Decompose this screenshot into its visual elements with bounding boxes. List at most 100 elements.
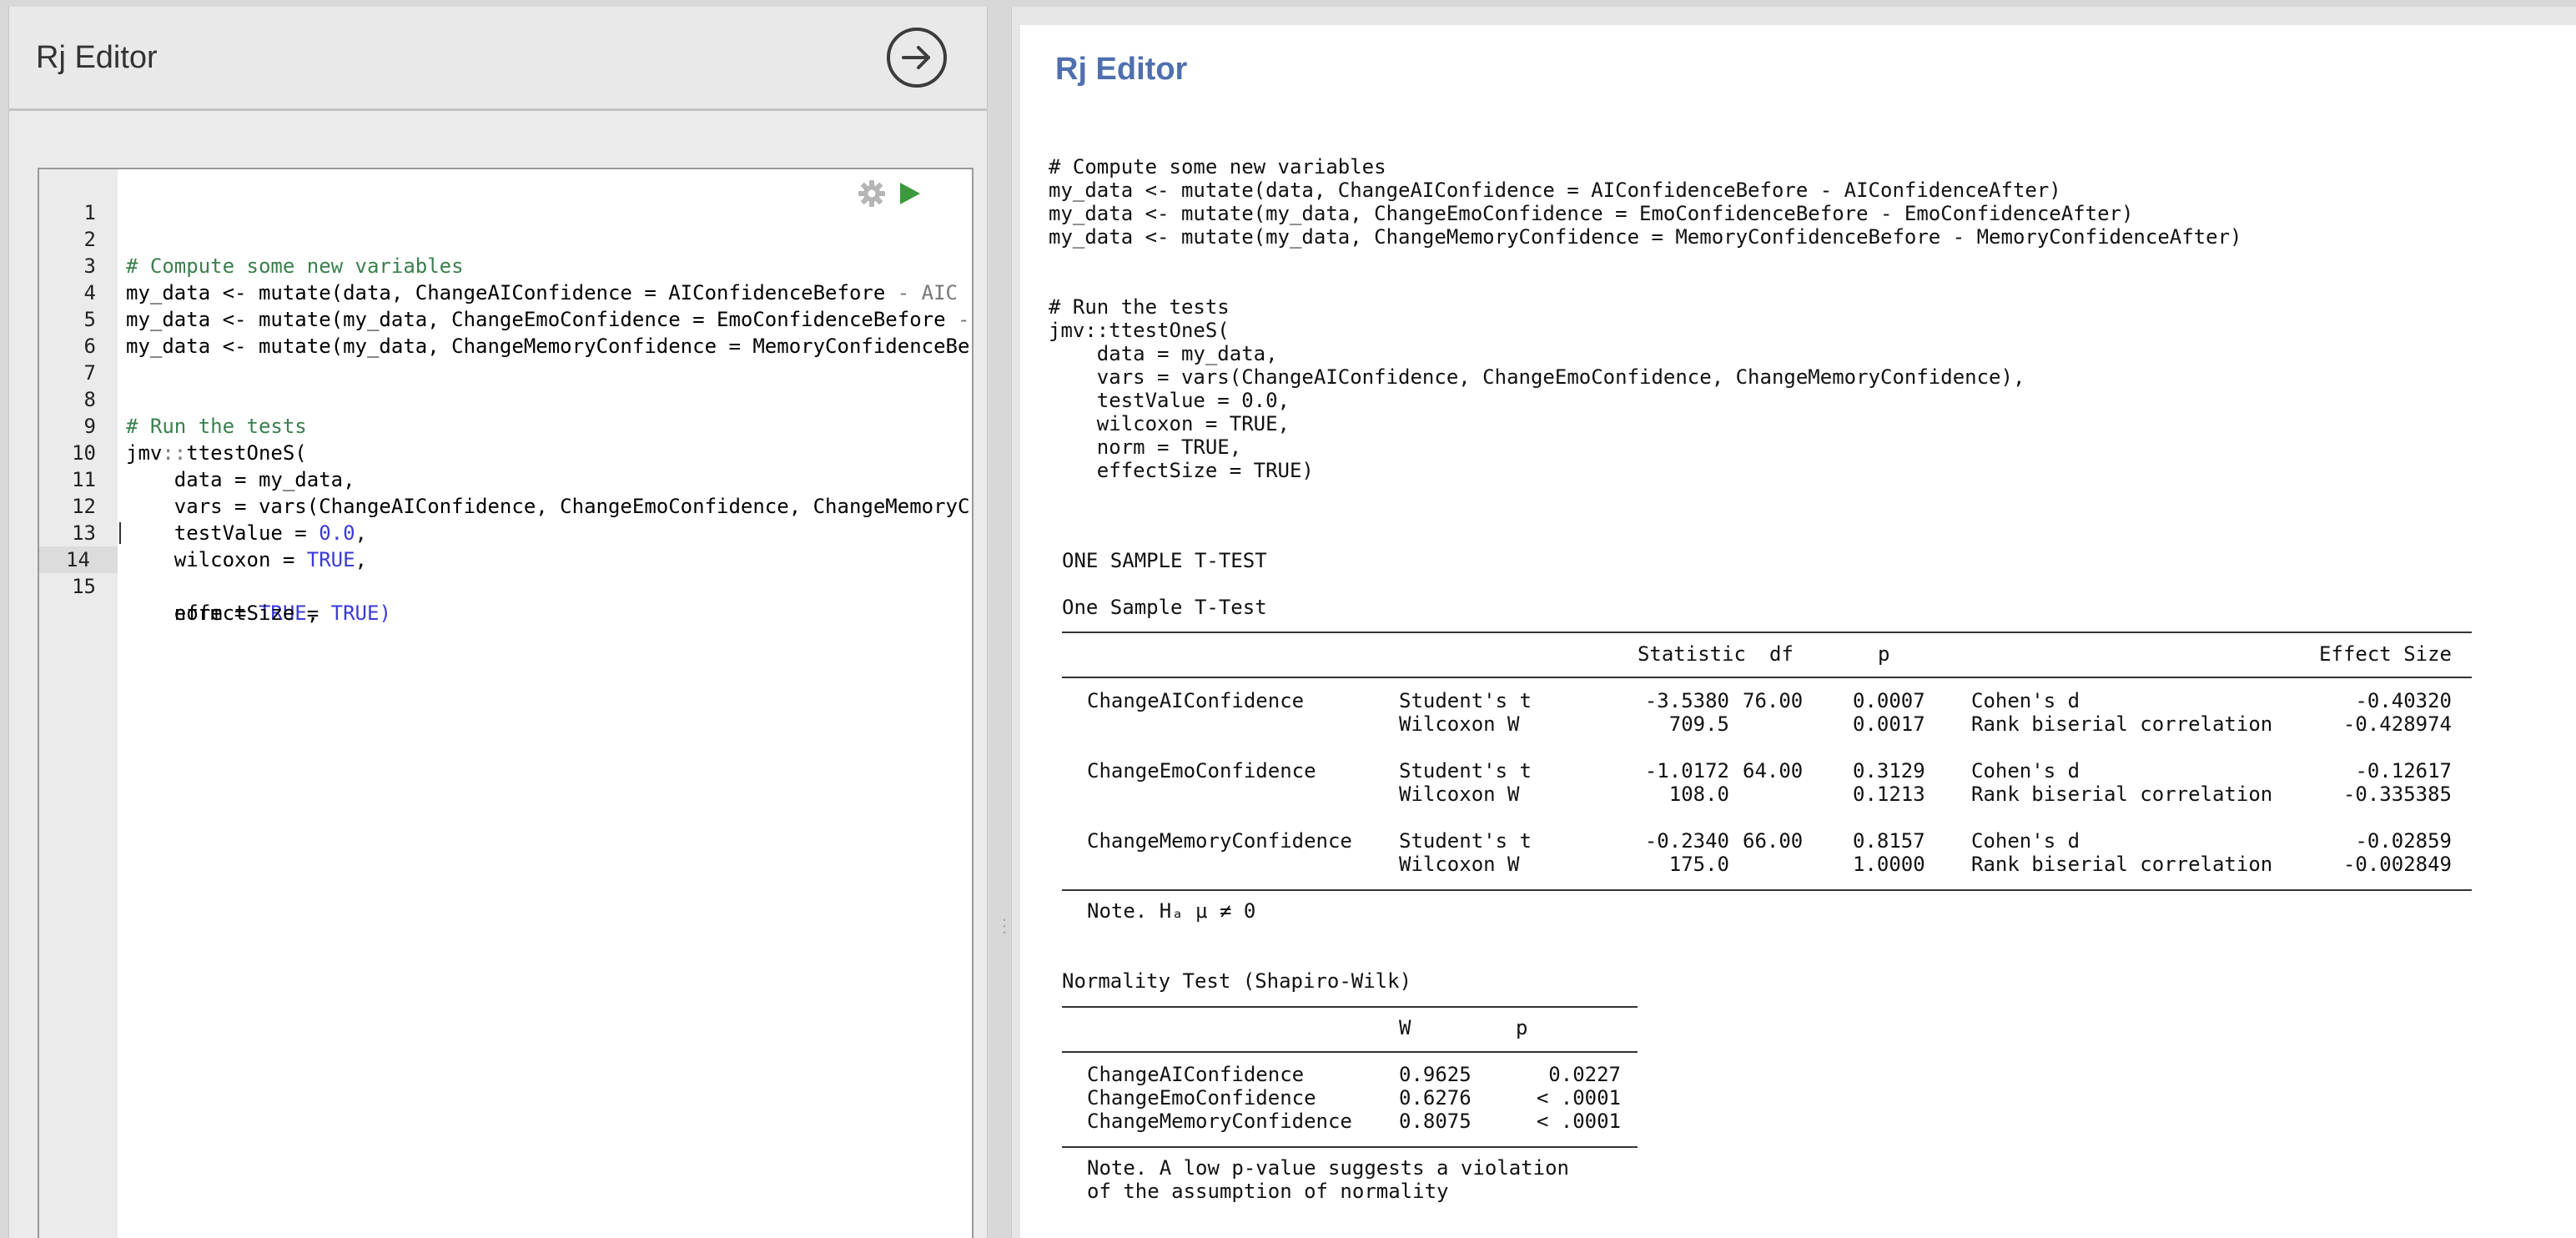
code-line: 8 # Run the tests <box>39 360 972 438</box>
df-value: 76.00 <box>1743 689 1804 712</box>
effect-value: -0.002849 <box>2342 853 2452 876</box>
statistic-value: 709.5 <box>1668 712 1729 736</box>
echo-line: data = my_data, <box>1049 342 1278 365</box>
col-header: df <box>1769 642 1794 666</box>
effect-label: Rank biserial correlation <box>1971 712 2273 736</box>
code-line: 15 effectSize = TRUE) <box>39 546 972 625</box>
echo-line: norm = TRUE, <box>1049 435 1242 459</box>
echo-line: vars = vars(ChangeAIConfidence, ChangeEm… <box>1049 365 2025 389</box>
echo-line: my_data <- mutate(my_data, ChangeMemoryC… <box>1049 225 2242 249</box>
statistic-value: -1.0172 <box>1644 759 1729 783</box>
test-label: Wilcoxon W <box>1399 783 1520 806</box>
effect-label: Cohen's d <box>1971 829 2080 853</box>
col-header: Statistic <box>1637 642 1746 666</box>
effect-value: -0.40320 <box>2355 689 2452 712</box>
results-title: Rj Editor <box>1055 52 1188 87</box>
effect-value: -0.02859 <box>2355 829 2452 853</box>
results-output: Rj Editor # Compute some new variables m… <box>1020 25 2576 1238</box>
code-editor[interactable]: 1 2 # Compute some new variables 3 my_da… <box>38 168 974 1238</box>
code-line: 9 jmv::ttestOneS( <box>39 386 972 465</box>
code-line: 2 # Compute some new variables <box>39 199 972 278</box>
variable-name: ChangeMemoryConfidence <box>1087 1110 1352 1133</box>
effect-value: -0.428974 <box>2342 712 2452 736</box>
w-value: 0.6276 <box>1399 1086 1472 1110</box>
test-label: Student's t <box>1399 829 1532 853</box>
col-header: p <box>1516 1016 1528 1039</box>
run-analysis-button[interactable] <box>887 28 947 88</box>
echo-line: jmv::ttestOneS( <box>1049 319 1230 342</box>
variable-name: ChangeAIConfidence <box>1087 1063 1305 1086</box>
line-number: 15 <box>72 575 96 598</box>
p-value: 0.0007 <box>1853 689 1925 712</box>
echo-line: my_data <- mutate(data, ChangeAIConfiden… <box>1049 179 2061 202</box>
table-rule <box>1062 632 2472 633</box>
df-value: 64.00 <box>1743 759 1804 783</box>
test-label: Wilcoxon W <box>1399 853 1520 876</box>
variable-name: ChangeEmoConfidence <box>1087 759 1316 783</box>
p-value: < .0001 <box>1536 1086 1621 1110</box>
col-header: p <box>1878 642 1890 666</box>
echo-line: # Run the tests <box>1049 295 1230 319</box>
statistic-value: 175.0 <box>1668 853 1729 876</box>
test-label: Wilcoxon W <box>1399 712 1520 736</box>
text-cursor <box>119 522 121 544</box>
statistic-value: -3.5380 <box>1644 689 1729 712</box>
table-rule <box>1062 1146 1638 1148</box>
code-line: 13 wilcoxon = TRUE, <box>39 493 972 571</box>
table-rule <box>1062 1051 1638 1053</box>
effect-label: Rank biserial correlation <box>1971 783 2273 806</box>
code-line: 6 <box>39 306 972 358</box>
code-line: 11 vars = vars(ChangeAIConfidence, Chang… <box>39 440 972 518</box>
effect-label: Cohen's d <box>1971 689 2080 712</box>
p-value: 0.0227 <box>1548 1063 1621 1086</box>
table-note: Note. Hₐ μ ≠ 0 <box>1087 899 1256 923</box>
p-value: 0.0017 <box>1853 712 1925 736</box>
table-rule <box>1062 677 2472 678</box>
code-line: 3 my_data <- mutate(data, ChangeAIConfid… <box>39 226 972 304</box>
table-note: Note. A low p-value suggests a violation <box>1087 1156 1569 1180</box>
section-heading: ONE SAMPLE T-TEST <box>1062 549 1267 572</box>
panel-splitter[interactable]: ⋮ <box>988 0 1014 1238</box>
p-value: 0.8157 <box>1853 829 1925 853</box>
test-label: Student's t <box>1399 689 1532 712</box>
editor-header: Rj Editor <box>9 7 987 111</box>
statistic-value: -0.2340 <box>1644 829 1729 853</box>
editor-panel: Rj Editor 1 2 # Compute some new variabl… <box>8 7 988 1238</box>
w-value: 0.8075 <box>1399 1110 1472 1133</box>
p-value: 0.3129 <box>1853 759 1925 783</box>
code-line-active: 14 norm = TRUE, <box>39 520 972 625</box>
app-window: Rj Editor 1 2 # Compute some new variabl… <box>0 0 2576 1238</box>
statistic-value: 108.0 <box>1668 783 1729 806</box>
results-panel: Rj Editor # Compute some new variables m… <box>1011 7 2576 1238</box>
code-line: 1 <box>39 173 972 224</box>
variable-name: ChangeMemoryConfidence <box>1087 829 1352 853</box>
echo-line: wilcoxon = TRUE, <box>1049 412 1290 435</box>
editor-title: Rj Editor <box>36 40 158 75</box>
test-label: Student's t <box>1399 759 1532 783</box>
col-header: W <box>1399 1016 1411 1039</box>
table-note: of the assumption of normality <box>1087 1180 1449 1203</box>
code-text: effectSize = TRUE) <box>126 601 391 625</box>
p-value: < .0001 <box>1536 1110 1621 1133</box>
effect-label: Rank biserial correlation <box>1971 853 2273 876</box>
col-header: Effect Size <box>2319 642 2452 666</box>
table-rule <box>1062 889 2472 891</box>
w-value: 0.9625 <box>1399 1063 1472 1086</box>
p-value: 1.0000 <box>1853 853 1925 876</box>
table-rule <box>1062 1006 1638 1008</box>
code-line: 4 my_data <- mutate(my_data, ChangeEmoCo… <box>39 253 972 331</box>
effect-value: -0.12617 <box>2355 759 2452 783</box>
arrow-right-circle-icon <box>902 46 930 69</box>
variable-name: ChangeAIConfidence <box>1087 689 1305 712</box>
effect-label: Cohen's d <box>1971 759 2080 783</box>
echo-line: my_data <- mutate(my_data, ChangeEmoConf… <box>1049 202 2134 225</box>
echo-line: # Compute some new variables <box>1049 155 1386 179</box>
echo-line: testValue = 0.0, <box>1049 389 1290 412</box>
df-value: 66.00 <box>1743 829 1804 853</box>
echo-line: effectSize = TRUE) <box>1049 459 1314 482</box>
code-line: 10 data = my_data, <box>39 413 972 491</box>
table-title: One Sample T-Test <box>1062 596 1267 619</box>
variable-name: ChangeEmoConfidence <box>1087 1086 1316 1110</box>
code-line: 7 <box>39 333 972 385</box>
code-line: 12 testValue = 0.0, <box>39 466 972 545</box>
